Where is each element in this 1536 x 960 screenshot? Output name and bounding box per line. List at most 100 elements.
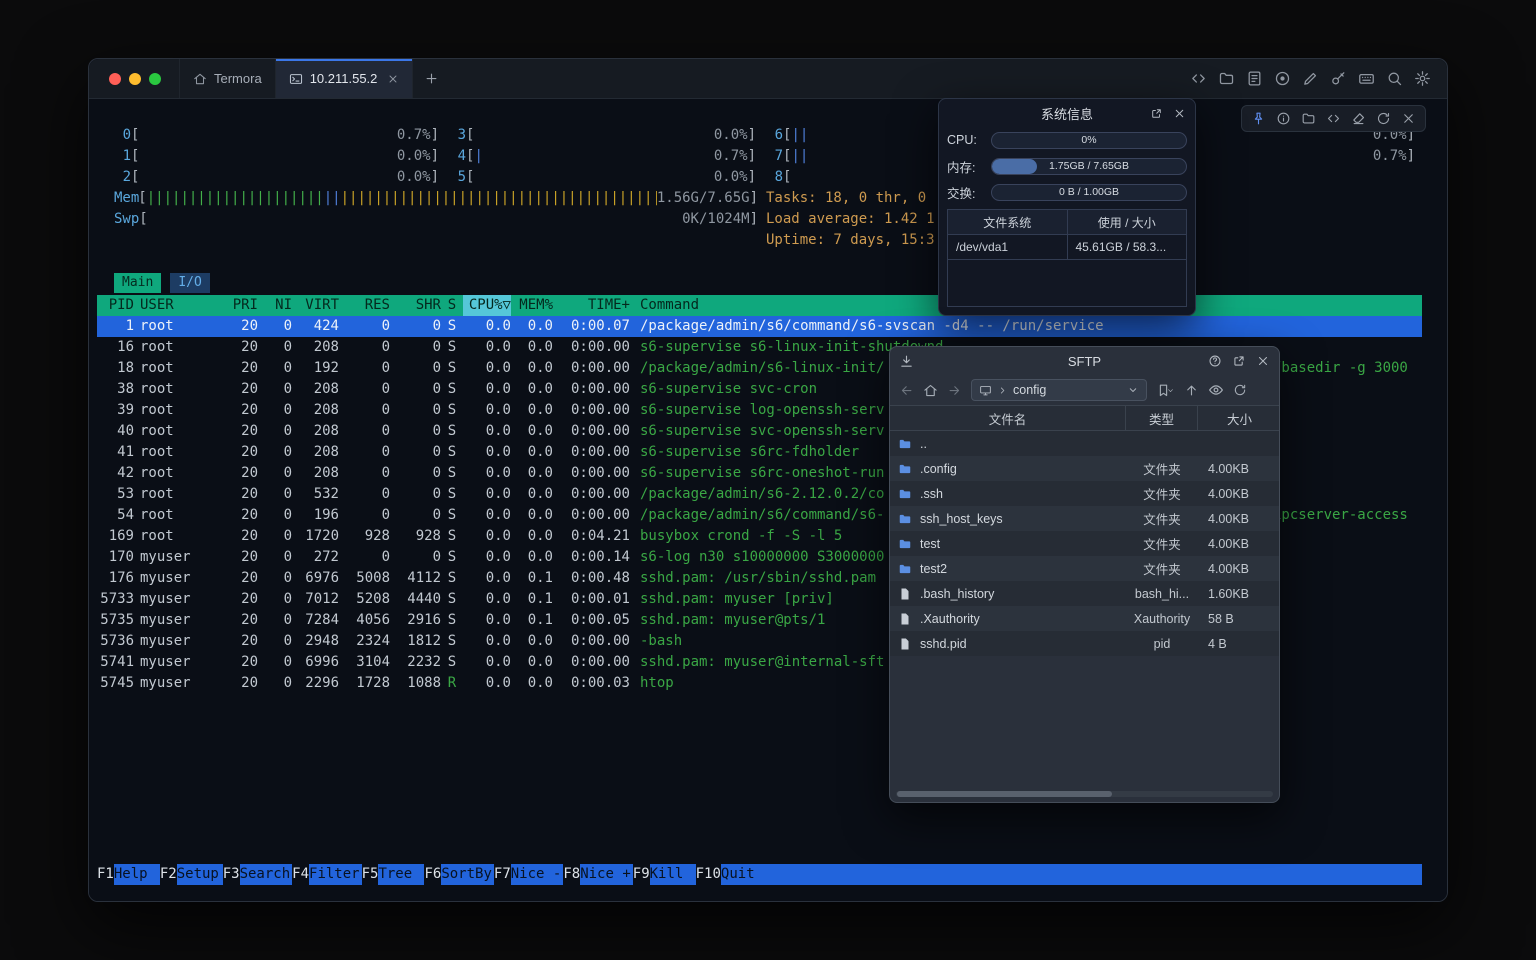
fs-table-row: /dev/vda145.61GB / 58.3... xyxy=(948,235,1186,260)
column-header-PRI[interactable]: PRI xyxy=(222,295,258,316)
folder-button[interactable] xyxy=(1301,111,1316,126)
sftp-file-list: ...config文件夹4.00KB.ssh文件夹4.00KBssh_host_… xyxy=(890,431,1279,656)
sysinfo-close-button[interactable] xyxy=(1173,107,1186,120)
sftp-column-header-0[interactable]: 文件名 xyxy=(890,406,1126,430)
htop-info-line: Load average: 1.42 1 xyxy=(766,209,935,230)
settings-button[interactable] xyxy=(1414,70,1431,87)
sftp-file-row[interactable]: ssh_host_keys文件夹4.00KB xyxy=(890,506,1279,531)
zoom-window-button[interactable] xyxy=(149,73,161,85)
key-button[interactable] xyxy=(1330,70,1347,87)
close-window-button[interactable] xyxy=(109,73,121,85)
edit-button[interactable] xyxy=(1302,70,1319,87)
upload-button[interactable] xyxy=(1184,383,1199,398)
transfers-button[interactable] xyxy=(899,347,914,375)
path-selector[interactable]: config xyxy=(971,379,1147,401)
fkey-action-Nice[interactable]: Nice + xyxy=(580,864,633,885)
bookmarks-button[interactable] xyxy=(1156,383,1175,398)
sftp-file-row[interactable]: .bash_historybash_hi...1.60KB xyxy=(890,581,1279,606)
close-icon xyxy=(1256,354,1270,368)
sftp-table-header: 文件名类型大小 xyxy=(890,405,1279,431)
eraser-icon xyxy=(1351,111,1366,126)
sftp-file-row[interactable]: test2文件夹4.00KB xyxy=(890,556,1279,581)
fkey-action-Kill[interactable]: Kill xyxy=(650,864,696,885)
folder-fill-icon xyxy=(898,512,912,526)
eraser-button[interactable] xyxy=(1351,111,1366,126)
settings-icon xyxy=(1414,70,1431,87)
back-button[interactable] xyxy=(899,383,914,398)
arrow-right-icon xyxy=(947,383,962,398)
column-header-S[interactable]: S xyxy=(441,295,463,316)
refresh-icon xyxy=(1233,383,1247,397)
fkey-F9: F9 xyxy=(633,864,650,885)
fkey-action-Help[interactable]: Help xyxy=(114,864,160,885)
open-in-window-button[interactable] xyxy=(1150,107,1163,120)
show-hidden-button[interactable] xyxy=(1208,382,1224,398)
file-type-cell: 文件夹 xyxy=(1126,559,1198,578)
sftp-column-header-1[interactable]: 类型 xyxy=(1126,406,1198,430)
home-button[interactable] xyxy=(923,383,938,398)
column-header-RES[interactable]: RES xyxy=(339,295,390,316)
sftp-scrollbar-thumb[interactable] xyxy=(897,791,1112,797)
sftp-file-row[interactable]: .XauthorityXauthority58 B xyxy=(890,606,1279,631)
help-button[interactable] xyxy=(1208,354,1222,368)
refresh-button[interactable] xyxy=(1376,111,1391,126)
process-row-1[interactable]: 1root20042400S0.00.00:00.07/package/admi… xyxy=(97,316,1422,337)
sftp-file-row[interactable]: .ssh文件夹4.00KB xyxy=(890,481,1279,506)
sftp-scrollbar-track xyxy=(896,791,1273,797)
code-button[interactable] xyxy=(1326,111,1341,126)
chevron-down-icon[interactable] xyxy=(1127,384,1139,396)
record-button[interactable] xyxy=(1274,70,1291,87)
sftp-file-row[interactable]: sshd.pidpid4 B xyxy=(890,631,1279,656)
pin-button[interactable] xyxy=(1251,111,1266,126)
forward-button[interactable] xyxy=(947,383,962,398)
fkey-action-Filter[interactable]: Filter xyxy=(309,864,362,885)
info-button[interactable] xyxy=(1276,111,1291,126)
file-size-cell: 58 B xyxy=(1198,612,1281,626)
fkey-action-Nice[interactable]: Nice - xyxy=(511,864,564,885)
column-header-PID[interactable]: PID xyxy=(97,295,134,316)
resource-meters: CPU:0%内存:1.75GB / 7.65GB交换:0 B / 1.00GB xyxy=(939,127,1195,205)
file-name-cell: .ssh xyxy=(890,487,1126,501)
fkey-action-Quit[interactable]: Quit xyxy=(721,864,767,885)
home-icon xyxy=(193,72,207,86)
sftp-column-header-2[interactable]: 大小 xyxy=(1198,406,1281,430)
terminal-icon xyxy=(289,72,303,86)
folder-button[interactable] xyxy=(1218,70,1235,87)
sftp-file-row[interactable]: test文件夹4.00KB xyxy=(890,531,1279,556)
close-button[interactable] xyxy=(1401,111,1416,126)
sftp-file-row[interactable]: .config文件夹4.00KB xyxy=(890,456,1279,481)
bookmark-dropdown-icon[interactable] xyxy=(1166,386,1175,395)
sftp-close-button[interactable] xyxy=(1256,354,1270,368)
sysinfo-titlebar: 系统信息 xyxy=(939,99,1195,127)
code-button[interactable] xyxy=(1190,70,1207,87)
fkey-action-Search[interactable]: Search xyxy=(240,864,293,885)
file-size-cell: 1.60KB xyxy=(1198,587,1281,601)
file-fill-icon xyxy=(898,587,912,601)
tab-close-button[interactable] xyxy=(387,73,399,85)
column-header-SHR[interactable]: SHR xyxy=(390,295,441,316)
fkey-action-SortBy[interactable]: SortBy xyxy=(441,864,494,885)
fkey-action-Setup[interactable]: Setup xyxy=(177,864,223,885)
fkey-F5: F5 xyxy=(362,864,379,885)
htop-tab-main[interactable]: Main xyxy=(114,273,161,293)
column-header-CPU%[interactable]: CPU%▽ xyxy=(463,295,511,316)
refresh-button[interactable] xyxy=(1233,383,1247,397)
log-button[interactable] xyxy=(1246,70,1263,87)
fkey-action-Tree[interactable]: Tree xyxy=(378,864,424,885)
column-header-VIRT[interactable]: VIRT xyxy=(292,295,339,316)
arrow-up-icon xyxy=(1184,383,1199,398)
tab-termora[interactable]: Termora xyxy=(179,59,275,98)
open-in-window-button[interactable] xyxy=(1232,354,1246,368)
htop-tab-io[interactable]: I/O xyxy=(170,273,209,293)
minimize-window-button[interactable] xyxy=(129,73,141,85)
sftp-file-row[interactable]: .. xyxy=(890,431,1279,456)
column-header-NI[interactable]: NI xyxy=(258,295,292,316)
column-header-TIME+[interactable]: TIME+ xyxy=(553,295,630,316)
new-tab-button[interactable] xyxy=(413,59,449,98)
column-header-USER[interactable]: USER xyxy=(134,295,222,316)
keyboard-button[interactable] xyxy=(1358,70,1375,87)
tab-remote-host[interactable]: 10.211.55.2 xyxy=(275,59,414,98)
search-button[interactable] xyxy=(1386,70,1403,87)
close-icon xyxy=(1173,107,1186,120)
column-header-MEM%[interactable]: MEM% xyxy=(511,295,553,316)
